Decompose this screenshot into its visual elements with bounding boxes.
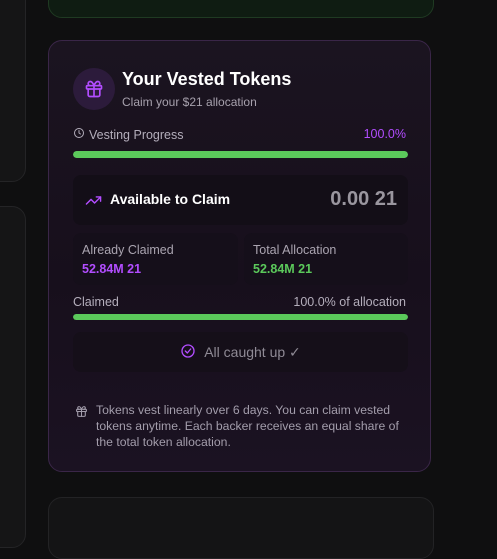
gift-icon bbox=[75, 405, 88, 423]
claimed-percent: 100.0% of allocation bbox=[293, 295, 406, 309]
trending-up-icon bbox=[85, 192, 102, 214]
all-caught-up-button[interactable]: All caught up ✓ bbox=[73, 332, 408, 372]
claimed-progress-bar bbox=[73, 314, 408, 320]
previous-card bbox=[48, 0, 434, 18]
vesting-progress-bar bbox=[73, 151, 408, 158]
gift-icon bbox=[73, 68, 115, 110]
vested-tokens-card: Your Vested Tokens Claim your $21 alloca… bbox=[48, 40, 431, 472]
vesting-progress-percent: 100.0% bbox=[363, 127, 406, 141]
vesting-progress-text: Vesting Progress bbox=[89, 127, 184, 142]
available-value: 0.00 21 bbox=[330, 188, 397, 210]
total-allocation-label: Total Allocation bbox=[253, 243, 337, 257]
vesting-progress-label: Vesting Progress bbox=[73, 127, 184, 142]
already-claimed-label: Already Claimed bbox=[82, 243, 174, 257]
claimed-progress-fill bbox=[73, 314, 408, 320]
claimed-label: Claimed bbox=[73, 295, 119, 309]
available-to-claim-box: Available to Claim 0.00 21 bbox=[73, 175, 408, 225]
next-card bbox=[48, 497, 434, 559]
check-circle-icon bbox=[180, 343, 196, 362]
total-allocation-box: Total Allocation 52.84M 21 bbox=[244, 233, 408, 285]
already-claimed-box: Already Claimed 52.84M 21 bbox=[73, 233, 238, 285]
clock-icon bbox=[73, 127, 85, 142]
card-title: Your Vested Tokens bbox=[122, 69, 292, 89]
total-allocation-value: 52.84M 21 bbox=[253, 262, 313, 276]
already-claimed-value: 52.84M 21 bbox=[82, 262, 142, 276]
all-caught-up-label: All caught up ✓ bbox=[204, 343, 301, 360]
card-subtitle: Claim your $21 allocation bbox=[122, 95, 257, 109]
left-panel-top bbox=[0, 0, 26, 182]
vesting-info-text: Tokens vest linearly over 6 days. You ca… bbox=[96, 403, 399, 449]
available-label: Available to Claim bbox=[110, 191, 231, 207]
left-panel-bottom bbox=[0, 206, 26, 548]
vesting-progress-fill bbox=[73, 151, 408, 158]
